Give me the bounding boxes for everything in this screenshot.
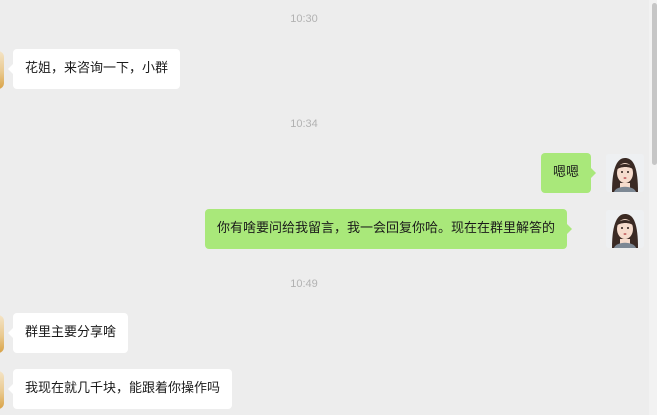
timestamp: 10:34 bbox=[290, 118, 318, 130]
portrait-avatar-icon bbox=[606, 210, 644, 248]
contact-avatar[interactable] bbox=[0, 315, 4, 353]
outgoing-message[interactable]: 你有啥要问给我留言，我一会回复你哈。现在在群里解答的 bbox=[205, 209, 573, 249]
incoming-message[interactable]: 我现在就几千块，能跟着你操作吗 bbox=[7, 369, 233, 409]
incoming-message[interactable]: 群里主要分享啥 bbox=[7, 313, 129, 353]
outgoing-message[interactable]: 嗯嗯 bbox=[541, 153, 597, 193]
my-avatar[interactable] bbox=[606, 154, 644, 192]
contact-avatar[interactable] bbox=[0, 51, 4, 89]
portrait-avatar-icon bbox=[606, 154, 644, 192]
chat-panel: 10:30 花姐，来咨询一下，小群 10:34 嗯嗯 你有啥要问给我留言，我一会… bbox=[0, 0, 657, 415]
timestamp: 10:49 bbox=[290, 278, 318, 290]
scrollbar-thumb[interactable] bbox=[652, 3, 657, 165]
my-avatar[interactable] bbox=[606, 210, 644, 248]
incoming-message[interactable]: 花姐，来咨询一下，小群 bbox=[7, 49, 181, 89]
timestamp: 10:30 bbox=[290, 13, 318, 25]
contact-avatar[interactable] bbox=[0, 371, 4, 409]
